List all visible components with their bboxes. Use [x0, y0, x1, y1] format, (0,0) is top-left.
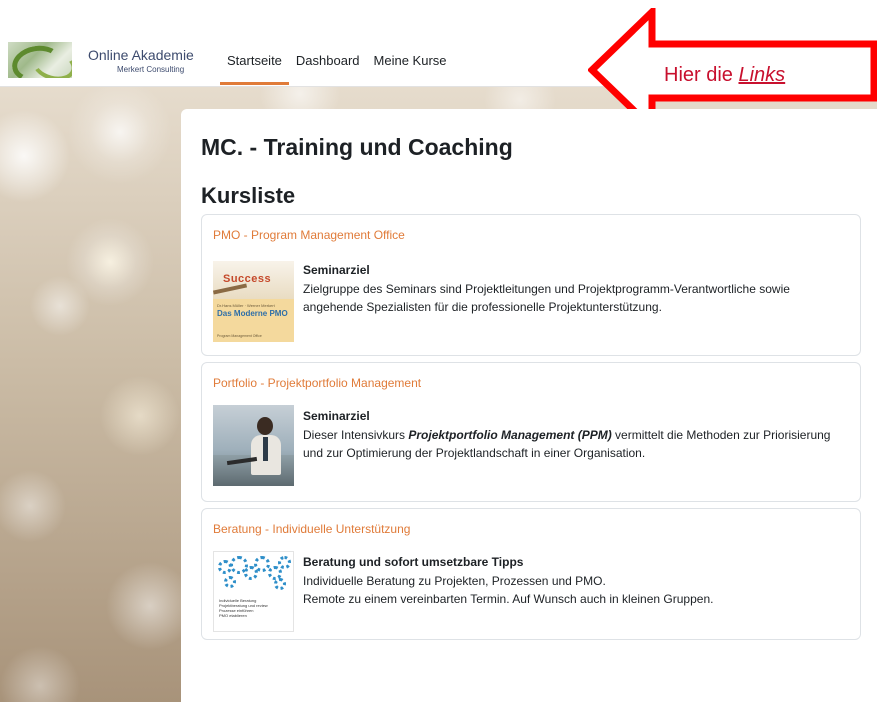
thumb-list: Individuelle Beratung Projektberatung un…	[219, 598, 268, 618]
course-image-pmo[interactable]: Success Dr.Hans Müller · Werner Merkert …	[213, 261, 294, 342]
course-summary: Individuelle Beratung zu Projekten, Proz…	[303, 572, 848, 608]
site-logo[interactable]	[8, 42, 72, 78]
summary-text-before: Dieser Intensivkurs	[303, 428, 409, 442]
course-summary: Dieser Intensivkurs Projektportfolio Man…	[303, 426, 848, 462]
thumb-list-item: PMO etablieren	[219, 613, 247, 618]
summary-emphasis: Projektportfolio Management (PPM)	[408, 428, 612, 442]
gear-icon	[224, 576, 236, 588]
course-summary: Zielgruppe des Seminars sind Projektleit…	[303, 282, 790, 314]
summary-line: Individuelle Beratung zu Projekten, Proz…	[303, 574, 606, 588]
thumb-person-head	[257, 417, 273, 435]
annotation-text: Hier die Links	[664, 64, 785, 87]
annotation-text-prefix: Hier die	[664, 64, 733, 86]
course-heading: Seminarziel	[303, 409, 370, 423]
course-card-beratung: Beratung - Individuelle Unterstützung In…	[201, 508, 861, 640]
course-card-portfolio: Portfolio - Projektportfolio Management …	[201, 362, 861, 502]
course-image-portfolio[interactable]	[213, 405, 294, 486]
course-heading: Beratung und sofort umsetzbare Tipps	[303, 555, 524, 569]
page-title: MC. - Training und Coaching	[201, 134, 513, 160]
annotation-link-word: Links	[738, 64, 786, 86]
brand-subtitle: Merkert Consulting	[117, 65, 185, 74]
thumb-authors: Dr.Hans Müller · Werner Merkert	[217, 303, 275, 308]
course-link-portfolio[interactable]: Portfolio - Projektportfolio Management	[213, 376, 421, 390]
primary-navigation: Startseite Dashboard Meine Kurse	[220, 54, 454, 85]
course-link-beratung[interactable]: Beratung - Individuelle Unterstützung	[213, 522, 410, 536]
nav-item-dashboard[interactable]: Dashboard	[289, 54, 367, 85]
thumb-book-subtitle: Program Management Office	[217, 334, 262, 338]
gear-icon	[278, 556, 291, 569]
nav-item-meine-kurse[interactable]: Meine Kurse	[367, 54, 454, 85]
thumb-person-tie	[263, 437, 268, 461]
summary-line: Remote zu einem vereinbarten Termin. Auf…	[303, 592, 714, 606]
course-link-pmo[interactable]: PMO - Program Management Office	[213, 228, 405, 242]
thumb-success-word: Success	[223, 273, 272, 285]
nav-item-startseite[interactable]: Startseite	[220, 54, 289, 85]
course-heading: Seminarziel	[303, 263, 370, 277]
course-card-pmo: PMO - Program Management Office Success …	[201, 214, 861, 356]
brand-title[interactable]: Online Akademie	[88, 47, 194, 63]
course-image-beratung[interactable]: Individuelle Beratung Projektberatung un…	[213, 551, 294, 632]
gear-icon	[274, 578, 286, 590]
section-title: Kursliste	[201, 183, 296, 208]
thumb-book-title: Das Moderne PMO	[217, 309, 288, 318]
